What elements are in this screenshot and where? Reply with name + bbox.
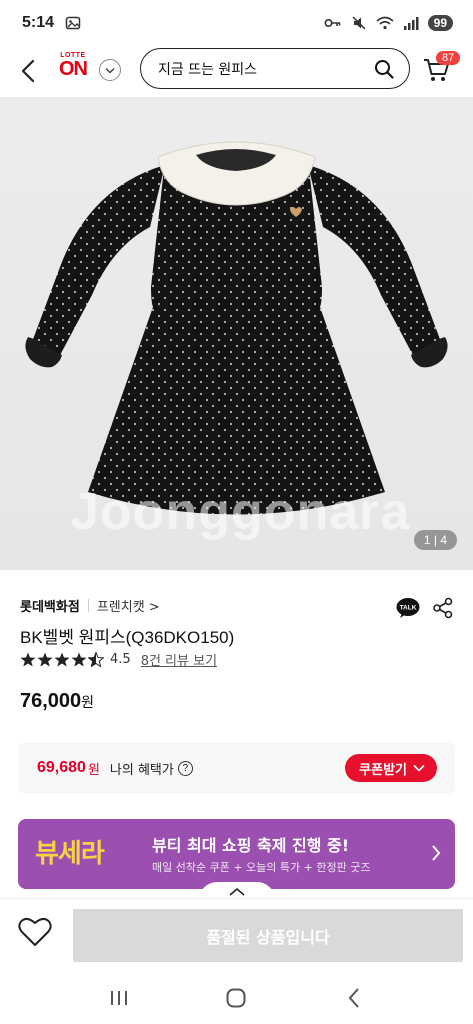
- bottom-action-bar: 품절된 상품입니다: [0, 898, 473, 972]
- soldout-button[interactable]: 품절된 상품입니다: [73, 909, 463, 962]
- chevron-left-icon: [21, 59, 35, 83]
- star-full-icon: [54, 652, 70, 667]
- talk-icon: TALK: [396, 598, 420, 618]
- chevron-down-icon: [413, 764, 425, 772]
- chevron-right-icon: [432, 845, 441, 861]
- recent-apps-icon: [110, 991, 127, 1005]
- back-icon: [348, 988, 359, 1008]
- benefit-price: 69,680: [37, 759, 86, 776]
- search-input[interactable]: [158, 60, 373, 77]
- gallery-icon: [64, 14, 82, 32]
- app-header: LOTTE ON 87: [0, 46, 473, 96]
- my-benefit-price-box: 69,680 원 나의 혜택가 ? 쿠폰받기: [18, 742, 455, 794]
- review-link[interactable]: 8건 리뷰 보기: [141, 650, 217, 669]
- product-price: 76,000원: [20, 690, 94, 713]
- benefit-label: 나의 혜택가: [109, 762, 174, 778]
- star-full-icon: [20, 652, 36, 667]
- key-icon: [324, 14, 342, 32]
- lotte-on-logo[interactable]: LOTTE ON: [54, 52, 92, 86]
- rating-stars: [20, 652, 104, 667]
- chevron-down-icon: [105, 67, 115, 74]
- heart-icon: [18, 917, 52, 946]
- image-counter: 1 | 4: [413, 530, 457, 550]
- wishlist-button[interactable]: [18, 917, 52, 949]
- brand-row: 롯데백화점 프렌치캣 >: [20, 596, 160, 615]
- status-time: 5:14: [22, 14, 55, 31]
- home-button[interactable]: [221, 983, 251, 1013]
- image-watermark: Joonggonara: [70, 483, 411, 541]
- star-full-icon: [37, 652, 53, 667]
- system-back-button[interactable]: [339, 983, 369, 1013]
- price-value: 76,000: [20, 690, 82, 712]
- service-menu-toggle[interactable]: [99, 59, 121, 81]
- product-title: BK벨벳 원피스(Q36DKO150): [20, 628, 235, 647]
- search-bar[interactable]: [140, 48, 410, 89]
- home-icon: [226, 988, 246, 1008]
- recent-apps-button[interactable]: [104, 983, 134, 1013]
- rating-row: 4.5 8건 리뷰 보기: [20, 650, 217, 669]
- share-icon: [433, 597, 453, 619]
- star-full-icon: [71, 652, 87, 667]
- info-icon[interactable]: ?: [177, 760, 193, 776]
- share-button[interactable]: [432, 597, 454, 619]
- coupon-button-label: 쿠폰받기: [359, 762, 407, 778]
- talk-button[interactable]: TALK: [396, 597, 420, 619]
- chevron-up-icon: [229, 887, 245, 896]
- status-right: 99: [324, 14, 453, 32]
- talk-label: TALK: [400, 605, 417, 612]
- rating-value: 4.5: [110, 652, 131, 667]
- coupon-download-button[interactable]: 쿠폰받기: [345, 754, 437, 782]
- system-nav-bar: [0, 972, 473, 1024]
- benefit-price-unit: 원: [87, 762, 100, 778]
- battery-indicator: 99: [427, 15, 453, 31]
- banner-title: 뷰티 최대 쇼핑 축제 진행 중!: [152, 836, 350, 855]
- brand-divider: [87, 599, 89, 612]
- status-left: 5:14: [22, 14, 82, 32]
- cart-count-badge: 87: [436, 51, 461, 65]
- search-icon[interactable]: [373, 58, 395, 80]
- promo-banner[interactable]: 뷰세라 뷰티 최대 쇼핑 축제 진행 중! 매일 선착순 쿠폰 + 오늘의 특가…: [18, 819, 455, 889]
- banner-subtitle: 매일 선착순 쿠폰 + 오늘의 특가 + 한정판 굿즈: [152, 861, 371, 874]
- back-button[interactable]: [14, 56, 42, 86]
- signal-icon: [402, 14, 420, 32]
- brand-name[interactable]: 롯데백화점: [20, 596, 80, 615]
- status-bar: 5:14 99: [0, 0, 473, 46]
- product-image-carousel[interactable]: Joonggonara 1 | 4: [0, 97, 473, 570]
- mute-icon: [350, 14, 368, 32]
- sub-brand-link[interactable]: 프렌치캣 >: [97, 596, 160, 615]
- star-half-icon: [88, 652, 104, 667]
- wifi-icon: [376, 14, 394, 32]
- logo-main-text: ON: [59, 58, 88, 80]
- price-unit: 원: [81, 694, 95, 710]
- banner-logo: 뷰세라: [35, 839, 105, 869]
